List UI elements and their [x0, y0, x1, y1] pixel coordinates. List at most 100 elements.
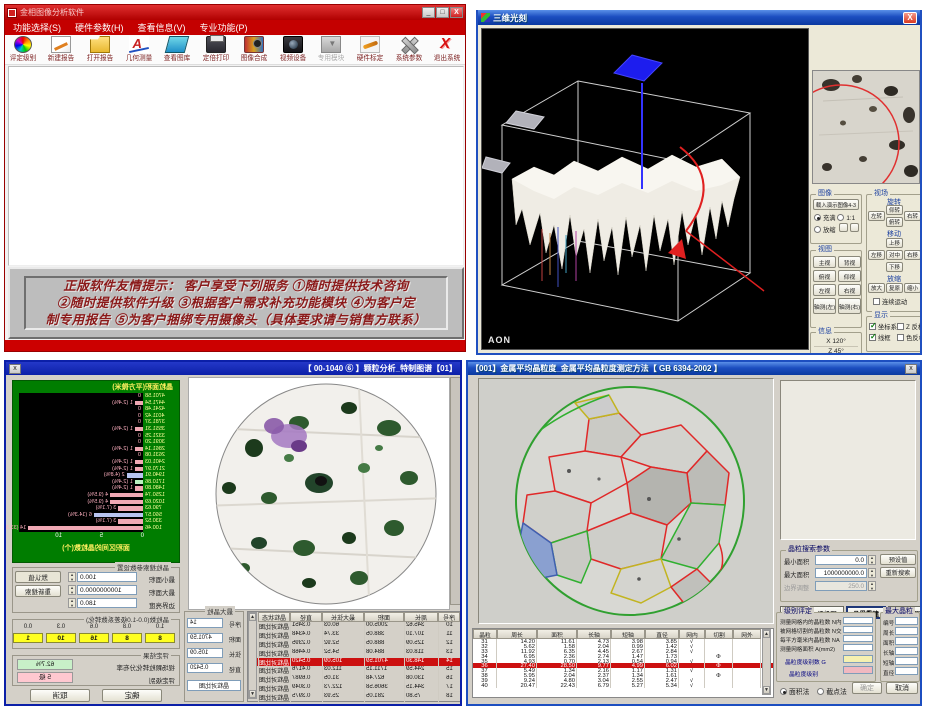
- move-left-button[interactable]: 左移: [868, 250, 885, 260]
- toolbar-button[interactable]: 图像合成: [238, 36, 270, 63]
- fit-radio[interactable]: 充满 1:1: [814, 213, 855, 222]
- continuous-motion-checkbox[interactable]: 连续运动: [873, 297, 907, 306]
- particle-image-panel[interactable]: [188, 377, 450, 610]
- maximize-button[interactable]: □: [436, 7, 449, 18]
- research-button[interactable]: 重新搜索: [880, 567, 916, 578]
- display-check-0[interactable]: 坐标系: [869, 322, 897, 331]
- table-row[interactable]: 10345.622005.0060.030.3451晶粒对比图: [248, 622, 460, 631]
- rating-field[interactable]: [843, 644, 873, 651]
- column-header[interactable]: 周长: [497, 629, 537, 639]
- close-icon[interactable]: x: [9, 364, 21, 374]
- table-scrollbar[interactable]: ▲▼: [762, 629, 771, 695]
- compare-image-button[interactable]: 晶粒对比图: [187, 680, 241, 691]
- toolbar-button[interactable]: 定倍打印: [200, 36, 232, 63]
- table-row[interactable]: 17344.153606.58122.730.3049晶粒对比图: [248, 684, 460, 693]
- load-demo-image-button[interactable]: 载入演示图像4-3: [813, 199, 859, 210]
- column-header[interactable]: 最大弦长: [322, 612, 364, 622]
- display-check-3[interactable]: 色反相: [897, 333, 922, 342]
- column-header[interactable]: 晶粒状态: [258, 612, 290, 622]
- table-scrollbar[interactable]: ▲▼: [248, 612, 257, 699]
- zoom-in-button[interactable]: 放大: [868, 283, 885, 293]
- column-header[interactable]: 网外: [733, 629, 761, 639]
- particle-grain-table[interactable]: 序号周长面积最大弦长直径晶粒状态10345.622005.0060.030.34…: [247, 611, 461, 702]
- menu-item[interactable]: 专业功能(P): [200, 21, 248, 34]
- cancel-button[interactable]: 取消: [896, 354, 922, 355]
- cancel-button[interactable]: 取消: [30, 689, 90, 702]
- rating-field[interactable]: [843, 635, 873, 642]
- table-row[interactable]: 12125.09888.0552.920.2395晶粒对比图: [248, 640, 460, 649]
- view-5-button[interactable]: 右视: [838, 284, 861, 296]
- default-button[interactable]: 默认值: [15, 571, 61, 583]
- column-header[interactable]: 周长: [404, 612, 438, 622]
- grain-image-panel[interactable]: [478, 378, 774, 624]
- column-header[interactable]: 网内: [679, 629, 705, 639]
- ok-button[interactable]: 确定: [102, 689, 162, 702]
- menu-item[interactable]: 功能选择(S): [13, 21, 61, 34]
- table-row[interactable]: 15244.591711.15112.030.4176晶粒对比图: [248, 666, 460, 675]
- close-button[interactable]: X: [450, 7, 463, 18]
- column-header[interactable]: 直径: [290, 612, 322, 622]
- view-4-button[interactable]: 左视: [813, 284, 836, 296]
- close-icon[interactable]: x: [905, 364, 917, 374]
- image-scrollbar[interactable]: [450, 377, 462, 605]
- toolbar-button[interactable]: 硬件标定: [354, 36, 386, 63]
- view-2-button[interactable]: 俯视: [813, 270, 836, 282]
- move-center-button[interactable]: 对中: [886, 250, 903, 260]
- table-row[interactable]: 14148.304701.59105.090.5420晶粒对比图: [248, 658, 460, 667]
- scroll-up-icon[interactable]: ▲: [249, 613, 256, 621]
- column-header[interactable]: 长轴: [577, 629, 611, 639]
- param-field[interactable]: 180.0: [77, 598, 137, 608]
- rotate-left-button[interactable]: 左转: [868, 211, 885, 221]
- zoom-out-button[interactable]: 缩小: [904, 283, 921, 293]
- toolbar-button[interactable]: 查看图库: [161, 36, 193, 63]
- scroll-down-icon[interactable]: ▼: [249, 690, 256, 698]
- view-1-button[interactable]: 背视: [838, 256, 861, 268]
- move-up-button[interactable]: 上移: [886, 238, 903, 248]
- column-header[interactable]: 短轴: [611, 629, 645, 639]
- micrograph-preview[interactable]: [812, 70, 920, 184]
- method-radio[interactable]: 截点法: [817, 689, 846, 696]
- param-field[interactable]: 0.0: [815, 555, 867, 565]
- column-header[interactable]: 面积: [364, 612, 404, 622]
- rotate-down-button[interactable]: 俯转: [886, 217, 903, 227]
- spinner[interactable]: [868, 555, 876, 565]
- zoom-tool-button[interactable]: [839, 223, 848, 232]
- param-field[interactable]: 1000000000.0: [815, 568, 867, 578]
- move-right-button[interactable]: 右移: [904, 250, 921, 260]
- move-down-button[interactable]: 下移: [886, 262, 903, 272]
- column-header[interactable]: 面积: [537, 629, 577, 639]
- zoom-tool-button2[interactable]: [850, 223, 859, 232]
- spinner[interactable]: [68, 598, 76, 608]
- column-header[interactable]: 晶粒: [473, 629, 497, 639]
- spinner[interactable]: [68, 585, 76, 595]
- ok-button[interactable]: 确定: [868, 354, 894, 355]
- preset-button[interactable]: 预设值: [880, 554, 916, 565]
- menu-item[interactable]: 查看信息(V): [138, 21, 186, 34]
- ok-button[interactable]: 确定: [852, 682, 882, 694]
- toolbar-button[interactable]: 系统参数: [393, 36, 425, 63]
- view-7-button[interactable]: 轴测(右): [838, 298, 861, 314]
- param-field[interactable]: 1000000000.0: [77, 585, 137, 595]
- spinner[interactable]: [868, 568, 876, 578]
- view-3-button[interactable]: 仰视: [838, 270, 861, 282]
- scroll-up-icon[interactable]: ▲: [763, 630, 770, 638]
- rotate-right-button[interactable]: 右转: [904, 211, 921, 221]
- minimize-button[interactable]: _: [422, 7, 435, 18]
- spinner[interactable]: [68, 572, 76, 582]
- grain-table[interactable]: 晶粒周长面积长轴短轴直径网内切割网外3114.2011.614.733.983.…: [472, 628, 774, 698]
- toolbar-button[interactable]: 打开报告: [84, 36, 116, 63]
- view-6-button[interactable]: 轴测(左): [813, 298, 836, 314]
- menu-item[interactable]: 硬件参数(H): [75, 21, 124, 34]
- table-row[interactable]: 13118.03884.0854.520.4468晶粒对比图: [248, 649, 460, 658]
- view-0-button[interactable]: 主视: [813, 256, 836, 268]
- toolbar-button[interactable]: 评定级别: [7, 36, 39, 63]
- table-row[interactable]: 4020.4722.436.795.275.34√: [473, 683, 773, 688]
- research-button[interactable]: 重新搜索: [15, 585, 61, 597]
- scroll-down-icon[interactable]: ▼: [763, 686, 770, 694]
- zoom-reset-button[interactable]: 复原: [886, 283, 903, 293]
- display-check-1[interactable]: Z 反相: [897, 322, 922, 331]
- toolbar-button[interactable]: 几何测量: [123, 36, 155, 63]
- table-row[interactable]: 11107.10388.0533.740.4348晶粒对比图: [248, 631, 460, 640]
- cancel-button[interactable]: 取消: [886, 682, 918, 694]
- rating-field[interactable]: [843, 626, 873, 633]
